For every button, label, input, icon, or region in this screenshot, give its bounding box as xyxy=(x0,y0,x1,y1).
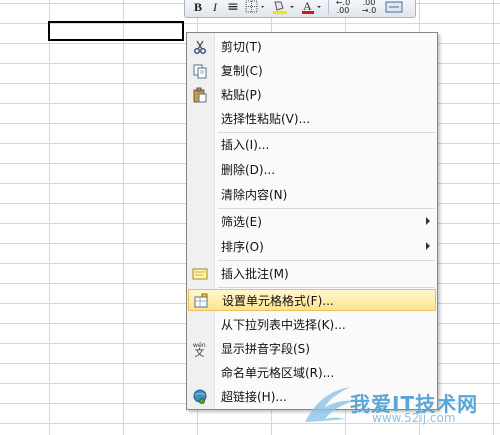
menu-item-label: 删除(D)... xyxy=(221,163,276,177)
submenu-arrow-icon xyxy=(426,242,430,250)
menu-separator xyxy=(218,260,435,261)
menu-separator xyxy=(218,208,435,209)
menu-item-format-cells[interactable]: 设置单元格格式(F)... xyxy=(188,289,436,311)
menu-item-filter[interactable]: 筛选(E) xyxy=(188,211,436,233)
bold-button[interactable]: B xyxy=(191,0,205,15)
menu-item-sort[interactable]: 排序(O) xyxy=(188,236,436,258)
menu-separator xyxy=(218,287,435,288)
menu-item-label: 显示拼音字段(S) xyxy=(221,342,310,356)
font-color-button[interactable]: A xyxy=(301,0,325,15)
decrease-decimal-button[interactable]: .00 →.0 xyxy=(358,0,380,15)
mini-toolbar: B I ≡ A ←.0 .00 .00 →.0 xyxy=(184,0,416,18)
watermark-url: www.52ij.com xyxy=(372,411,456,425)
menu-item-insert-comment[interactable]: 插入批注(M) xyxy=(188,263,436,285)
active-cell[interactable] xyxy=(48,21,184,41)
menu-item-paste[interactable]: 粘贴(P) xyxy=(188,84,436,106)
menu-item-delete[interactable]: 删除(D)... xyxy=(188,159,436,181)
paste-icon xyxy=(192,87,208,103)
format-cells-icon xyxy=(193,293,209,309)
menu-item-label: 超链接(H)... xyxy=(221,390,287,404)
menu-item-label: 从下拉列表中选择(K)... xyxy=(221,318,346,332)
phonetic-icon: wén 文 xyxy=(192,341,208,358)
menu-item-pick-from-list[interactable]: 从下拉列表中选择(K)... xyxy=(188,314,436,336)
decrease-decimal-label: .00 →.0 xyxy=(361,0,377,15)
menu-item-clear-contents[interactable]: 清除内容(N) xyxy=(188,184,436,206)
menu-item-phonetic[interactable]: wén 文 显示拼音字段(S) xyxy=(188,338,436,360)
fill-color-button[interactable] xyxy=(271,0,297,15)
menu-item-label: 插入批注(M) xyxy=(221,267,289,281)
increase-decimal-label: ←.0 .00 xyxy=(335,0,351,15)
align-center-button[interactable]: ≡ xyxy=(225,0,241,15)
hyperlink-icon xyxy=(192,389,208,405)
svg-text:文: 文 xyxy=(195,346,205,358)
menu-item-label: 复制(C) xyxy=(221,64,263,78)
paint-bucket-icon xyxy=(273,1,294,14)
menu-separator xyxy=(218,132,435,133)
menu-item-label: 设置单元格格式(F)... xyxy=(222,294,334,308)
format-painter-icon xyxy=(385,1,403,13)
menu-item-label: 插入(I)... xyxy=(221,138,270,152)
borders-icon xyxy=(245,0,264,13)
menu-item-label: 粘贴(P) xyxy=(221,88,262,102)
menu-item-label: 命名单元格区域(R)... xyxy=(221,366,335,380)
toolbar-separator xyxy=(328,0,329,15)
menu-item-insert[interactable]: 插入(I)... xyxy=(188,134,436,156)
menu-item-cut[interactable]: 剪切(T) xyxy=(188,36,436,58)
menu-item-label: 剪切(T) xyxy=(221,40,262,54)
increase-decimal-button[interactable]: ←.0 .00 xyxy=(332,0,354,15)
comment-icon xyxy=(192,266,208,282)
scissors-icon xyxy=(192,39,208,55)
menu-item-copy[interactable]: 复制(C) xyxy=(188,60,436,82)
format-painter-button[interactable] xyxy=(384,0,404,15)
menu-item-label: 排序(O) xyxy=(221,240,264,254)
menu-item-label: 选择性粘贴(V)... xyxy=(221,112,311,126)
menu-item-paste-special[interactable]: 选择性粘贴(V)... xyxy=(188,108,436,130)
watermark: 我爱IT技术网 www.52ij.com xyxy=(300,380,500,435)
borders-button[interactable] xyxy=(245,0,267,15)
submenu-arrow-icon xyxy=(426,217,430,225)
font-color-icon: A xyxy=(302,0,321,14)
context-menu: 剪切(T) 复制(C) 粘贴(P) 选择性粘贴(V)... 插入(I)... 删… xyxy=(186,32,438,410)
copy-icon xyxy=(192,63,208,79)
menu-item-label: 筛选(E) xyxy=(221,215,262,229)
italic-button[interactable]: I xyxy=(209,0,221,15)
menu-item-label: 清除内容(N) xyxy=(221,188,288,202)
